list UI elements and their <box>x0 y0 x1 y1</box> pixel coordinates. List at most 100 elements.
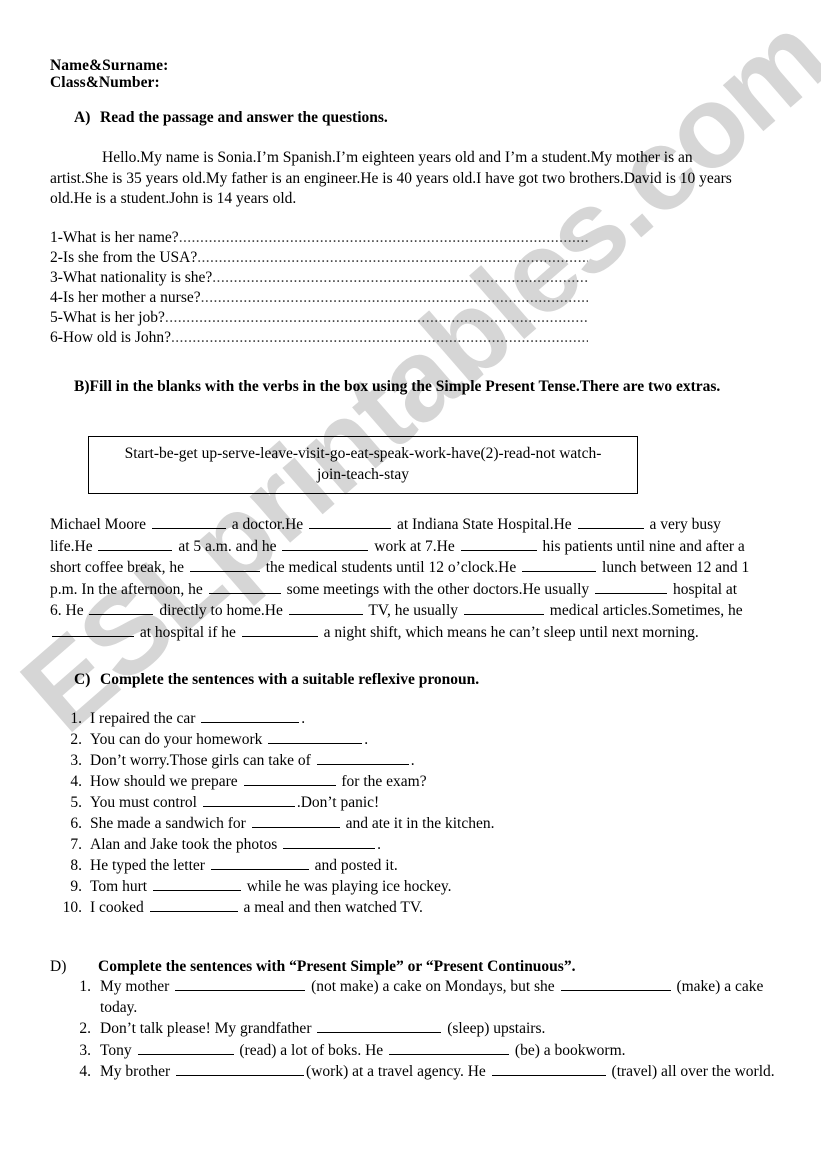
answer-blank[interactable] <box>201 708 300 723</box>
item-number: 5. <box>70 794 82 811</box>
answer-blank[interactable] <box>389 1040 510 1055</box>
section-a-title: Read the passage and answer the question… <box>100 109 388 126</box>
question-text: 6-How old is John? <box>50 329 171 346</box>
answer-dotted-line[interactable]: ........................................… <box>201 288 588 308</box>
reading-passage: Hello.My name is Sonia.I’m Spanish.I’m e… <box>50 148 736 210</box>
answer-blank[interactable] <box>283 834 376 849</box>
question-row[interactable]: 5-What is her job?......................… <box>50 308 588 328</box>
item-body: I cooked a meal and then watched TV. <box>90 897 662 918</box>
item-number: 8. <box>70 857 82 874</box>
item-text-part-1: My brother <box>100 1063 175 1080</box>
question-row[interactable]: 3-What nationality is she?..............… <box>50 268 588 288</box>
answer-blank[interactable] <box>251 813 340 828</box>
answer-blank[interactable] <box>316 750 409 765</box>
list-item: 9. Tom hurt while he was playing ice hoc… <box>62 876 662 897</box>
list-item: 1. My mother (not make) a cake on Monday… <box>66 976 778 1018</box>
word-bank-line-2: join-teach-stay <box>316 466 410 483</box>
item-body: She made a sandwich for and ate it in th… <box>90 813 662 834</box>
answer-blank[interactable] <box>175 976 306 991</box>
list-item: 3. Don’t worry.Those girls can take of . <box>62 750 662 771</box>
blank-4[interactable] <box>98 536 173 551</box>
section-b-heading: B)Fill in the blanks with the verbs in t… <box>74 377 784 397</box>
answer-dotted-line[interactable]: ........................................… <box>165 308 588 328</box>
item-text-after: a meal and then watched TV. <box>239 899 423 916</box>
blank-8[interactable] <box>522 557 597 572</box>
para-part: a doctor.He <box>227 516 308 533</box>
item-number: 7. <box>70 836 82 853</box>
answer-dotted-line[interactable]: ........................................… <box>197 248 588 268</box>
answer-blank[interactable] <box>149 897 238 912</box>
answer-blank[interactable] <box>560 976 671 991</box>
question-text: 1-What is her name? <box>50 229 179 246</box>
list-item: 2. Don’t talk please! My grandfather (sl… <box>66 1018 778 1040</box>
answer-blank[interactable] <box>137 1040 234 1055</box>
answer-dotted-line[interactable]: ........................................… <box>212 268 588 288</box>
blank-15[interactable] <box>241 622 318 637</box>
answer-blank[interactable] <box>202 792 295 807</box>
item-text-before: I repaired the car <box>90 710 200 727</box>
list-item: 3. Tony (read) a lot of boks. He (be) a … <box>66 1040 778 1062</box>
list-item: 2. You can do your homework . <box>62 729 662 750</box>
blank-5[interactable] <box>282 536 369 551</box>
answer-blank[interactable] <box>491 1061 606 1076</box>
item-body: Tom hurt while he was playing ice hockey… <box>90 876 662 897</box>
blank-12[interactable] <box>288 600 363 615</box>
answer-blank[interactable] <box>176 1061 305 1076</box>
section-a-heading: A) Read the passage and answer the questi… <box>74 108 388 128</box>
blank-1[interactable] <box>151 514 226 529</box>
item-text-before: Don’t worry.Those girls can take of <box>90 752 315 769</box>
blank-3[interactable] <box>577 514 644 529</box>
item-body: Don’t worry.Those girls can take of . <box>90 750 662 771</box>
answer-dotted-line[interactable]: ........................................… <box>171 328 588 348</box>
blank-10[interactable] <box>595 579 668 594</box>
item-body: My brother (work) at a travel agency. He… <box>100 1061 778 1083</box>
question-text: 2-Is she from the USA? <box>50 249 198 266</box>
item-text-after: for the exam? <box>337 773 427 790</box>
blank-13[interactable] <box>463 600 544 615</box>
item-text-before: He typed the letter <box>90 857 209 874</box>
list-item: 4. How should we prepare for the exam? <box>62 771 662 792</box>
blank-2[interactable] <box>309 514 392 529</box>
blank-11[interactable] <box>89 600 154 615</box>
blank-6[interactable] <box>460 536 537 551</box>
para-part: at Indiana State Hospital.He <box>393 516 576 533</box>
item-number: 2. <box>79 1020 91 1037</box>
para-part: work at 7.He <box>370 537 459 555</box>
item-number: 2. <box>70 731 82 748</box>
question-row[interactable]: 1-What is her name?.....................… <box>50 228 588 248</box>
blank-7[interactable] <box>189 557 260 572</box>
item-body: Alan and Jake took the photos . <box>90 834 662 855</box>
list-item: 10. I cooked a meal and then watched TV. <box>62 897 662 918</box>
item-text-after: . <box>377 836 382 853</box>
item-text-part-1: My mother <box>100 978 174 995</box>
item-body: I repaired the car . <box>90 708 662 729</box>
item-body: You must control .Don’t panic! <box>90 792 662 813</box>
item-text-before: She made a sandwich for <box>90 815 250 832</box>
answer-blank[interactable] <box>152 876 241 891</box>
blank-14[interactable] <box>52 622 134 637</box>
item-text-part-2: (read) a lot of boks. He <box>235 1041 388 1059</box>
question-row[interactable]: 2-Is she from the USA?..................… <box>50 248 588 268</box>
question-row[interactable]: 4-Is her mother a nurse?................… <box>50 288 588 308</box>
item-number: 1. <box>79 978 91 995</box>
item-text-after: . <box>364 731 369 748</box>
item-text-after: and ate it in the kitchen. <box>341 815 495 832</box>
answer-dotted-line[interactable]: ........................................… <box>179 228 588 248</box>
item-number: 4. <box>70 773 82 790</box>
fill-in-paragraph: Michael Moore a doctor.He at Indiana Sta… <box>50 514 750 643</box>
verb-word-bank: Start-be-get up-serve-leave-visit-go-eat… <box>88 436 638 494</box>
question-text: 5-What is her job? <box>50 309 165 326</box>
item-text-part-1: Tony <box>100 1041 136 1059</box>
item-text-part-3: (be) a bookworm. <box>511 1041 626 1059</box>
question-row[interactable]: 6-How old is John?......................… <box>50 328 588 348</box>
item-text-before: I cooked <box>90 899 148 916</box>
item-text-part-2: (not make) a cake on Mondays, but she <box>307 978 559 995</box>
section-d-items: 1. My mother (not make) a cake on Monday… <box>66 976 778 1083</box>
section-d-title: Complete the sentences with “Present Sim… <box>98 958 576 975</box>
answer-blank[interactable] <box>268 729 363 744</box>
answer-blank[interactable] <box>317 1018 442 1033</box>
answer-blank[interactable] <box>243 771 336 786</box>
answer-blank[interactable] <box>210 855 309 870</box>
section-b-title: Fill in the blanks with the verbs in the… <box>89 378 721 395</box>
blank-9[interactable] <box>208 579 281 594</box>
